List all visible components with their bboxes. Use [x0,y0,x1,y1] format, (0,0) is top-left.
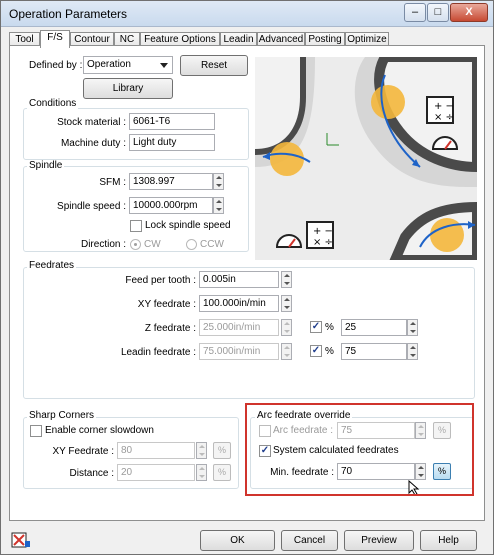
svg-text:× ÷: × ÷ [313,237,333,248]
defined-by-select[interactable]: Operation [83,56,173,74]
defined-by-label: Defined by : [29,60,83,71]
sfm-field[interactable]: 1308.997 [129,173,213,190]
cw-label: CW [144,239,161,250]
corner-distance-label: Distance : [69,468,114,479]
feed-per-tooth-field[interactable]: 0.005in [199,271,279,288]
highlight-box [245,403,474,496]
cancel-button[interactable]: Cancel [281,530,338,551]
tab-fs[interactable]: F/S [40,30,70,48]
stock-material-label: Stock material : [57,117,126,128]
machine-duty-field[interactable]: Light duty [129,134,215,151]
stock-material-field[interactable]: 6061-T6 [129,113,215,130]
svg-text:× ÷: × ÷ [434,112,454,123]
machine-duty-label: Machine duty : [60,138,126,149]
corner-xy-feedrate-label: XY Feedrate : [52,446,114,457]
chevron-down-icon [160,63,168,68]
help-button[interactable]: Help [420,530,477,551]
z-percent-stepper[interactable] [407,319,418,336]
sharp-corners-title: Sharp Corners [27,410,97,421]
preview-button[interactable]: Preview [344,530,414,551]
leadin-feedrate-stepper[interactable] [281,343,292,360]
spindle-speed-stepper[interactable] [213,197,224,214]
z-percent-label: % [325,322,334,333]
leadin-feedrate-field[interactable]: 75.000in/min [199,343,279,360]
xy-feedrate-field[interactable]: 100.000in/min [199,295,279,312]
sfm-label: SFM : [99,177,126,188]
xy-feedrate-label: XY feedrate : [137,299,196,310]
svg-text:+ −: + − [434,101,454,112]
svg-text:+ −: + − [313,226,333,237]
lock-spindle-label: Lock spindle speed [145,220,231,231]
z-percent-field[interactable]: 25 [341,319,407,336]
corner-slowdown-checkbox[interactable] [30,425,42,437]
z-feedrate-label: Z feedrate : [144,323,196,334]
title-bar: Operation Parameters – □ X [1,1,493,27]
lock-spindle-checkbox[interactable] [130,220,142,232]
z-feedrate-stepper[interactable] [281,319,292,336]
feed-per-tooth-stepper[interactable] [281,271,292,288]
corner-distance-stepper[interactable] [196,464,207,481]
window-title: Operation Parameters [9,7,128,21]
direction-label: Direction : [80,239,126,250]
cw-radio[interactable] [130,239,141,250]
leadin-percent-field[interactable]: 75 [341,343,407,360]
leadin-percent-checkbox[interactable]: ✓ [310,345,322,357]
sfm-stepper[interactable] [213,173,224,190]
corner-xy-feedrate-field[interactable]: 80 [117,442,195,459]
reset-button[interactable]: Reset [180,55,248,76]
spindle-speed-field[interactable]: 10000.000rpm [129,197,213,214]
maximize-icon[interactable]: □ [427,3,449,22]
button-bar: OK Cancel Preview Help [1,525,493,555]
feedrates-title: Feedrates [27,260,77,271]
spindle-title: Spindle [27,160,65,171]
close-icon[interactable]: X [450,3,488,22]
corner-xy-feedrate-stepper[interactable] [196,442,207,459]
leadin-feedrate-label: Leadin feedrate : [120,347,196,358]
ccw-radio[interactable] [186,239,197,250]
z-percent-checkbox[interactable]: ✓ [310,321,322,333]
minimize-icon[interactable]: – [404,3,426,22]
operation-parameters-dialog: Operation Parameters – □ X Tool F/S Cont… [0,0,494,555]
spindle-speed-label: Spindle speed : [57,201,126,212]
toolpath-illustration: + − × ÷ + − × ÷ [255,57,477,260]
corner-distance-field[interactable]: 20 [117,464,195,481]
conditions-title: Conditions [27,98,79,109]
leadin-percent-stepper[interactable] [407,343,418,360]
corner-xy-percent-button[interactable]: % [213,442,231,459]
app-logo-icon [11,532,30,548]
library-button[interactable]: Library [83,78,173,99]
corner-distance-percent-button[interactable]: % [213,464,231,481]
feed-per-tooth-label: Feed per tooth : [125,275,196,286]
defined-by-value: Operation [87,59,131,70]
xy-feedrate-stepper[interactable] [281,295,292,312]
leadin-percent-label: % [325,346,334,357]
ccw-label: CCW [200,239,224,250]
corner-slowdown-label: Enable corner slowdown [45,425,154,436]
ok-button[interactable]: OK [200,530,275,551]
z-feedrate-field[interactable]: 25.000in/min [199,319,279,336]
